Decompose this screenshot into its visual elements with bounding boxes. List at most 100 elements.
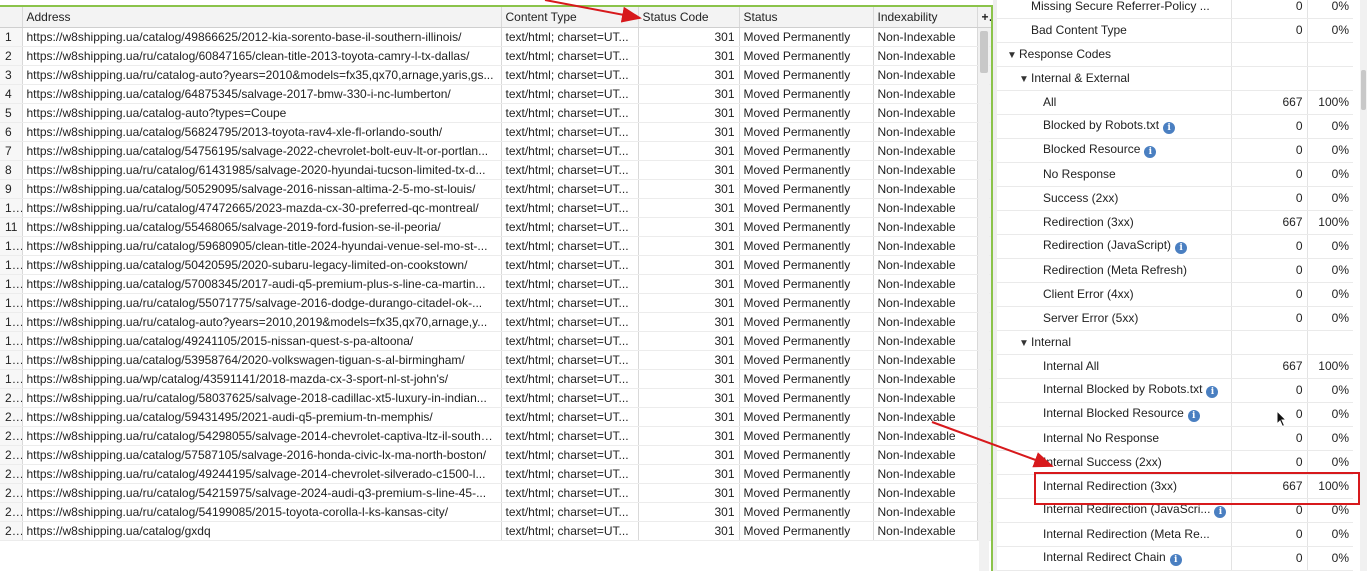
- indexability-cell: Non-Indexable: [873, 464, 978, 484]
- tree-row[interactable]: ▼ Internal: [997, 330, 1353, 355]
- status-cell: Moved Permanently: [739, 103, 874, 123]
- tree-row[interactable]: Bad Content Type 0 0%: [997, 18, 1353, 43]
- status-code-cell: 301: [638, 388, 740, 408]
- tree-row[interactable]: All 667 100%: [997, 90, 1353, 115]
- tree-row[interactable]: Server Error (5xx) 0 0%: [997, 306, 1353, 331]
- table-row[interactable]: 27 https://w8shipping.ua/catalog/gxdq text…: [0, 521, 991, 541]
- info-icon[interactable]: i: [1175, 242, 1188, 254]
- status-cell: Moved Permanently: [739, 312, 874, 332]
- content-type-cell: text/html; charset=UT...: [501, 445, 639, 465]
- column-header-address[interactable]: Address: [22, 7, 502, 28]
- status-cell: Moved Permanently: [739, 426, 874, 446]
- row-number: 2: [0, 46, 23, 66]
- table-row[interactable]: 19 https://w8shipping.ua/wp/catalog/43591…: [0, 369, 991, 389]
- table-row[interactable]: 13 https://w8shipping.ua/catalog/50420595…: [0, 255, 991, 275]
- status-code-cell: 301: [638, 274, 740, 294]
- tree-row[interactable]: ▼ Internal & External: [997, 66, 1353, 91]
- table-row[interactable]: 7 https://w8shipping.ua/catalog/54756195/…: [0, 141, 991, 161]
- tree-count-cell: 0: [1231, 162, 1308, 187]
- info-icon[interactable]: i: [1187, 410, 1200, 422]
- tree-row[interactable]: Internal Redirection (Meta Re... 0 0%: [997, 522, 1353, 547]
- table-row[interactable]: 24 https://w8shipping.ua/ru/catalog/49244…: [0, 464, 991, 484]
- table-row[interactable]: 14 https://w8shipping.ua/catalog/57008345…: [0, 274, 991, 294]
- row-number: 19: [0, 369, 23, 389]
- status-cell: Moved Permanently: [739, 46, 874, 66]
- table-row[interactable]: 6 https://w8shipping.ua/catalog/56824795/…: [0, 122, 991, 142]
- tree-row[interactable]: Missing Secure Referrer-Policy ... 0 0%: [997, 0, 1353, 19]
- tree-row[interactable]: Redirection (Meta Refresh) 0 0%: [997, 258, 1353, 283]
- tree-row[interactable]: Internal Success (2xx) 0 0%: [997, 450, 1353, 475]
- table-row[interactable]: 2 https://w8shipping.ua/ru/catalog/608471…: [0, 46, 991, 66]
- tree-row[interactable]: ▼ Response Codes: [997, 42, 1353, 67]
- table-row[interactable]: 11 https://w8shipping.ua/catalog/55468065…: [0, 217, 991, 237]
- expand-arrow-icon[interactable]: ▼: [1019, 74, 1031, 85]
- tree-scrollbar-thumb[interactable]: [1361, 70, 1366, 110]
- indexability-cell: Non-Indexable: [873, 84, 978, 104]
- tree-row[interactable]: Internal Blocked by Robots.txt i 0 0%: [997, 378, 1353, 403]
- column-header-status[interactable]: Status: [739, 7, 874, 28]
- info-icon[interactable]: i: [1163, 122, 1176, 134]
- add-column-button[interactable]: +: [977, 7, 991, 28]
- table-row[interactable]: 10 https://w8shipping.ua/ru/catalog/47472…: [0, 198, 991, 218]
- table-row[interactable]: 26 https://w8shipping.ua/ru/catalog/54199…: [0, 502, 991, 522]
- tree-row[interactable]: Internal Blocked Resource i 0 0%: [997, 402, 1353, 427]
- table-row[interactable]: 4 https://w8shipping.ua/catalog/64875345/…: [0, 84, 991, 104]
- tree-row[interactable]: Blocked Resource i 0 0%: [997, 138, 1353, 163]
- table-row[interactable]: 18 https://w8shipping.ua/catalog/53958764…: [0, 350, 991, 370]
- tree-row[interactable]: Internal Redirect Chain i 0 0%: [997, 546, 1353, 571]
- table-row[interactable]: 25 https://w8shipping.ua/ru/catalog/54215…: [0, 483, 991, 503]
- tree-scrollbar[interactable]: [1360, 0, 1367, 571]
- table-row[interactable]: 23 https://w8shipping.ua/catalog/57587105…: [0, 445, 991, 465]
- table-row[interactable]: 1 https://w8shipping.ua/catalog/49866625/…: [0, 27, 991, 47]
- row-number: 26: [0, 502, 23, 522]
- address-cell: https://w8shipping.ua/catalog/50529095/s…: [22, 179, 502, 199]
- column-header-indexability[interactable]: Indexability: [873, 7, 978, 28]
- address-cell: https://w8shipping.ua/catalog/64875345/s…: [22, 84, 502, 104]
- table-row[interactable]: 16 https://w8shipping.ua/ru/catalog-auto?…: [0, 312, 991, 332]
- address-cell: https://w8shipping.ua/ru/catalog/4747266…: [22, 198, 502, 218]
- info-icon[interactable]: i: [1169, 554, 1182, 566]
- address-cell: https://w8shipping.ua/ru/catalog/5429805…: [22, 426, 502, 446]
- tree-item-label: Redirection (3xx): [1043, 215, 1134, 229]
- tree-label-cell: Bad Content Type: [997, 18, 1232, 43]
- expand-arrow-icon[interactable]: ▼: [1007, 50, 1019, 61]
- table-row[interactable]: 20 https://w8shipping.ua/ru/catalog/58037…: [0, 388, 991, 408]
- address-cell: https://w8shipping.ua/catalog/57008345/2…: [22, 274, 502, 294]
- tree-row[interactable]: Redirection (3xx) 667 100%: [997, 210, 1353, 235]
- table-row[interactable]: 8 https://w8shipping.ua/ru/catalog/614319…: [0, 160, 991, 180]
- row-number-header: [0, 7, 23, 28]
- table-row[interactable]: 5 https://w8shipping.ua/catalog-auto?type…: [0, 103, 991, 123]
- row-number: 12: [0, 236, 23, 256]
- table-row[interactable]: 22 https://w8shipping.ua/ru/catalog/54298…: [0, 426, 991, 446]
- tree-row[interactable]: No Response 0 0%: [997, 162, 1353, 187]
- tree-row[interactable]: Redirection (JavaScript) i 0 0%: [997, 234, 1353, 259]
- indexability-cell: Non-Indexable: [873, 217, 978, 237]
- info-icon[interactable]: i: [1206, 386, 1219, 398]
- tree-percent-cell: 0%: [1307, 402, 1353, 427]
- table-row[interactable]: 21 https://w8shipping.ua/catalog/59431495…: [0, 407, 991, 427]
- table-row[interactable]: 15 https://w8shipping.ua/ru/catalog/55071…: [0, 293, 991, 313]
- tree-row[interactable]: Success (2xx) 0 0%: [997, 186, 1353, 211]
- tree-row[interactable]: Blocked by Robots.txt i 0 0%: [997, 114, 1353, 139]
- info-icon[interactable]: i: [1214, 506, 1227, 518]
- tree-item-label: Redirection (JavaScript): [1043, 238, 1172, 252]
- column-header-status-code[interactable]: Status Code: [638, 7, 740, 28]
- tree-percent-cell: 0%: [1307, 234, 1353, 259]
- status-cell: Moved Permanently: [739, 255, 874, 275]
- info-icon[interactable]: i: [1144, 146, 1157, 158]
- indexability-cell: Non-Indexable: [873, 502, 978, 522]
- tree-row[interactable]: Internal All 667 100%: [997, 354, 1353, 379]
- expand-arrow-icon[interactable]: ▼: [1019, 338, 1031, 349]
- column-header-content-type[interactable]: Content Type: [501, 7, 639, 28]
- tree-row[interactable]: Internal No Response 0 0%: [997, 426, 1353, 451]
- tree-label-cell: Internal Blocked Resource i: [997, 402, 1232, 427]
- table-scrollbar-thumb[interactable]: [980, 31, 988, 73]
- table-row[interactable]: 12 https://w8shipping.ua/ru/catalog/59680…: [0, 236, 991, 256]
- tree-row[interactable]: Client Error (4xx) 0 0%: [997, 282, 1353, 307]
- row-number: 8: [0, 160, 23, 180]
- row-number: 6: [0, 122, 23, 142]
- table-row[interactable]: 17 https://w8shipping.ua/catalog/49241105…: [0, 331, 991, 351]
- table-row[interactable]: 9 https://w8shipping.ua/catalog/50529095/…: [0, 179, 991, 199]
- table-row[interactable]: 3 https://w8shipping.ua/ru/catalog-auto?y…: [0, 65, 991, 85]
- table-scrollbar[interactable]: [979, 29, 989, 571]
